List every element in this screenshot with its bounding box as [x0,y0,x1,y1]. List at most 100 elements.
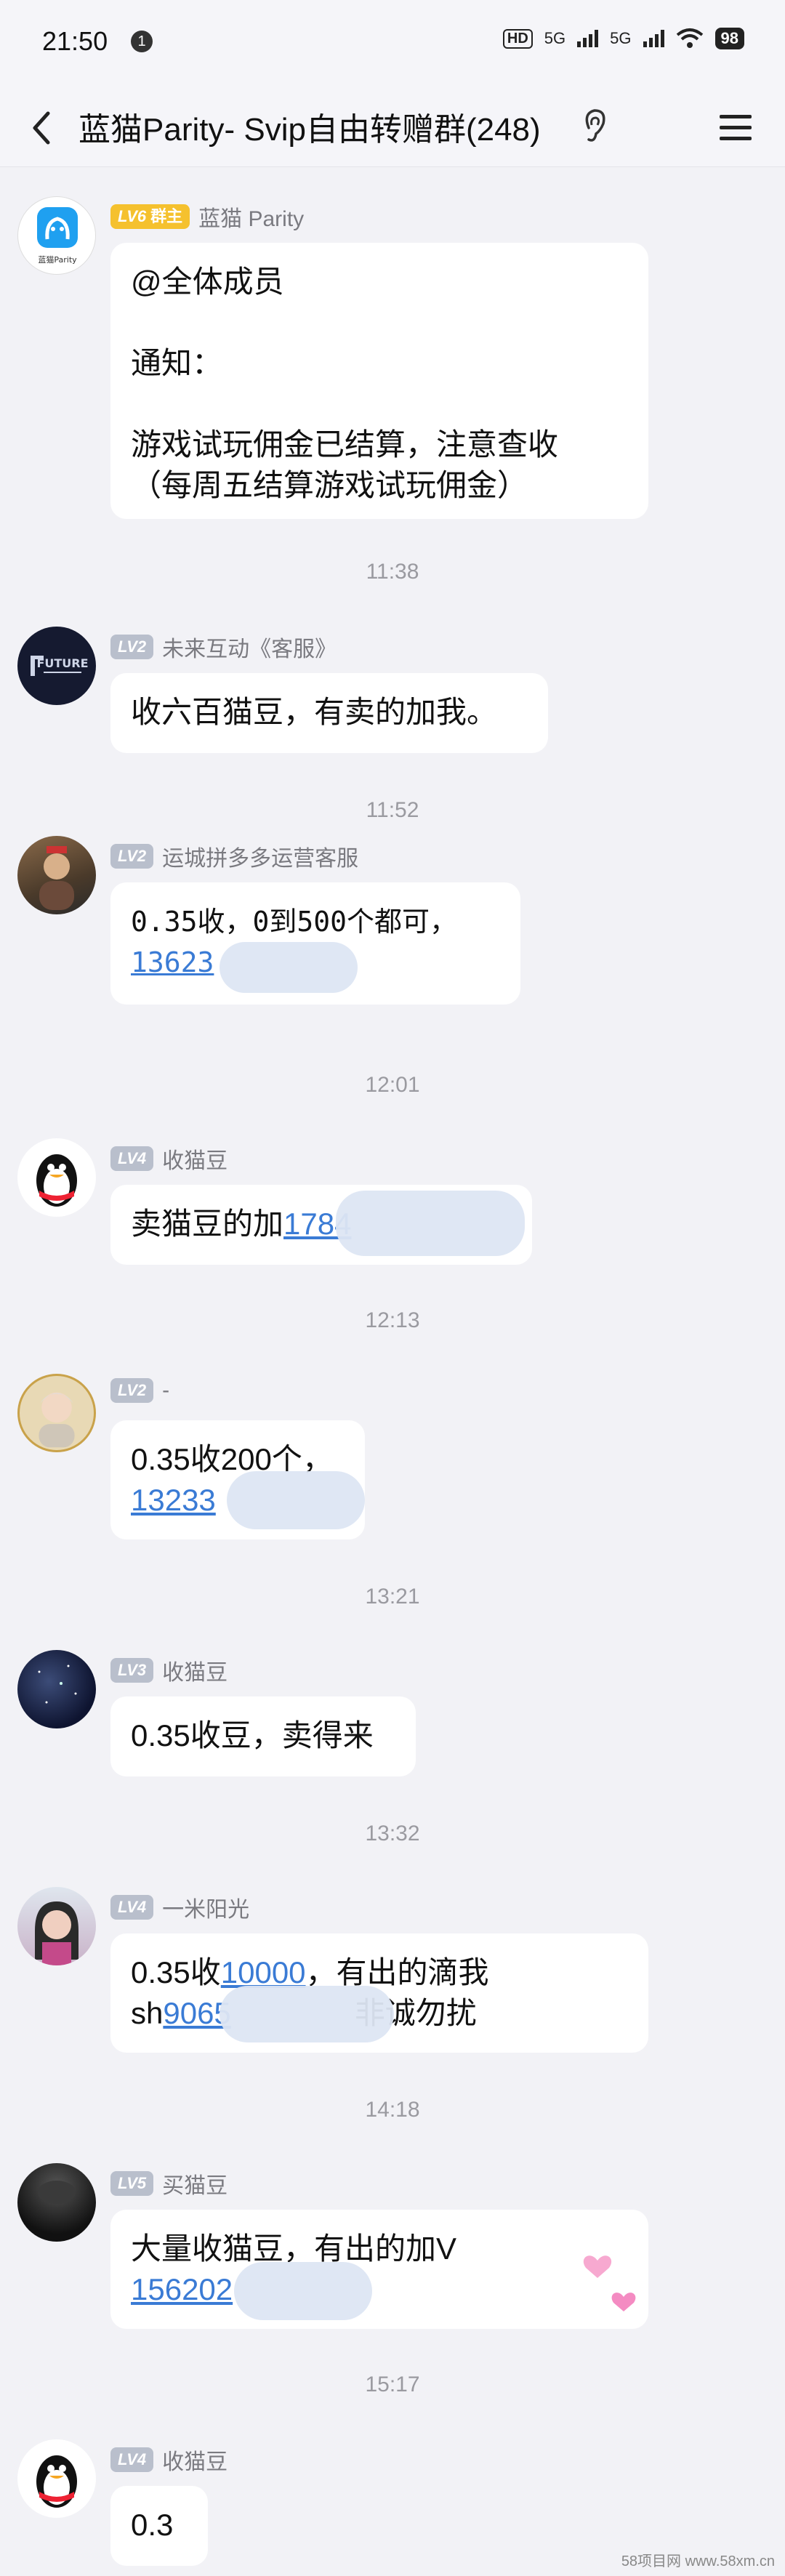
sender-row: LV6 群主 蓝猫 Parity [110,201,304,233]
redaction-blur [220,1986,394,2042]
redaction-blur [227,1471,365,1529]
back-arrow-icon [33,111,50,145]
message-bubble[interactable]: 0.35收，0到500个都可， 13623 [110,882,520,1005]
message-text: 0.35收 [131,1955,221,1989]
level-badge: LV4 [110,1146,154,1171]
chat-header: 蓝猫Parity- Svip自由转赠群(248) [0,87,785,167]
timestamp-divider: 13:21 [365,1585,420,1609]
future-logo-icon: FUTURE [31,656,89,676]
sender-row: LV2 未来互动《客服》 [110,631,337,663]
sender-row: LV4 收猫豆 [110,2444,228,2476]
timestamp-divider: 11:52 [366,798,419,822]
redaction-blur [234,2262,372,2320]
message-text: 收六百猫豆，有卖的加我。 [131,695,498,729]
message-bubble[interactable]: 0.3 [110,2486,208,2566]
sender-name[interactable]: 收猫豆 [162,1654,228,1686]
avatar[interactable] [17,2163,96,2242]
phone-link[interactable]: 13233 [131,1483,216,1517]
message-line: 通知： [131,346,223,380]
avatar[interactable]: 蓝猫Parity [17,196,96,275]
status-time: 21:50 [42,26,108,56]
timestamp-divider: 11:38 [366,560,419,584]
timestamp-divider: 14:18 [365,2098,420,2122]
level-badge: LV2 [110,1378,154,1403]
message-bubble[interactable]: 卖猫豆的加1784 [110,1185,532,1265]
heart-sticker-icon [583,2255,636,2311]
signal-icon-2 [643,30,664,47]
sender-name[interactable]: 运城拼多多运营客服 [162,840,358,872]
message-text: 0.35收豆，卖得来 [131,1718,374,1752]
timestamp-divider: 12:01 [365,1073,420,1097]
wifi-icon [676,28,703,48]
profile-photo-icon [39,846,74,910]
message-line: 游戏试玩佣金已结算，注意查收 [131,427,559,462]
penguin-avatar-icon [36,1154,77,1207]
phone-link[interactable]: 156202 [131,2272,233,2306]
level-badge: LV2 [110,635,154,659]
phone-link[interactable]: 13623 [131,946,214,978]
level-badge: LV4 [110,2447,154,2472]
status-icons: HD 5G 5G 98 [502,28,744,49]
menu-icon[interactable] [715,108,756,148]
timestamp-divider: 13:32 [365,1822,420,1846]
notification-count-badge: 1 [131,31,153,52]
status-bar: 21:50 1 HD 5G 5G 98 [0,0,785,87]
sender-row: LV5 买猫豆 [110,2168,228,2199]
blue-cat-logo-icon: 蓝猫Parity [37,207,78,265]
sender-row: LV4 收猫豆 [110,1143,228,1175]
level-badge: LV5 [110,2171,154,2196]
redaction-blur [220,942,358,993]
avatar[interactable] [17,836,96,914]
avatar-caption: 蓝猫Parity [38,255,77,265]
sender-name[interactable]: 一米阳光 [162,1891,249,1923]
penguin-avatar-icon [36,2455,77,2508]
hd-voice-icon: HD [502,28,533,49]
sender-row: LV4 一米阳光 [110,1891,249,1923]
avatar[interactable]: FUTURE [17,627,96,705]
message-bubble[interactable]: 0.35收10000，有出的滴我 sh9065 非诚勿扰 [110,1933,648,2053]
sender-name[interactable]: - [162,1378,169,1403]
back-button[interactable] [20,106,64,150]
level-badge: LV3 [110,1658,154,1683]
message-bubble[interactable]: 0.35收200个， 13233 [110,1420,365,1539]
profile-photo-icon [35,1901,78,1965]
sender-name[interactable]: 未来互动《客服》 [162,631,337,663]
sender-name[interactable]: 买猫豆 [162,2168,228,2199]
sender-name[interactable]: 蓝猫 Parity [198,201,304,233]
level-badge: LV6 群主 [110,204,190,229]
watermark-url: www.58xm.cn [685,2553,775,2569]
sender-row: LV3 收猫豆 [110,1654,228,1686]
sender-row: LV2 - [110,1378,169,1403]
chat-title[interactable]: 蓝猫Parity- Svip自由转赠群(248) [78,103,541,150]
message-text: 0.35收，0到500个都可， [131,906,458,938]
message-bubble[interactable]: @全体成员 通知： 游戏试玩佣金已结算，注意查收 （每周五结算游戏试玩佣金） [110,243,648,519]
network-type-2: 5G [610,29,632,47]
avatar[interactable] [17,1887,96,1965]
message-line: @全体成员 [131,265,284,299]
level-badge: LV4 [110,1895,154,1920]
watermark: 58项目网 www.58xm.cn [621,2549,775,2570]
profile-photo-icon [39,1392,75,1448]
message-text: 0.3 [131,2508,174,2542]
sender-name[interactable]: 收猫豆 [162,2444,228,2476]
avatar[interactable] [17,1650,96,1728]
number-link[interactable]: 10000 [221,1955,306,1989]
message-text: sh [131,1996,164,2030]
timestamp-divider: 15:17 [365,2372,420,2396]
avatar[interactable] [17,1374,96,1452]
message-bubble[interactable]: 收六百猫豆，有卖的加我。 [110,673,548,753]
watermark-brand: 58项目网 [621,2553,682,2569]
message-bubble[interactable]: 0.35收豆，卖得来 [110,1696,416,1776]
role-text: 群主 [150,207,183,225]
timestamp-divider: 12:13 [365,1308,420,1332]
message-bubble[interactable]: 大量收猫豆，有出的加V 156202 [110,2210,648,2329]
sender-name[interactable]: 收猫豆 [162,1143,228,1175]
avatar[interactable] [17,2439,96,2518]
ear-icon [585,109,605,142]
level-text: LV6 [118,207,147,225]
redaction-blur [336,1191,525,1256]
avatar[interactable] [17,1138,96,1217]
night-sky-avatar-icon [38,1665,77,1704]
